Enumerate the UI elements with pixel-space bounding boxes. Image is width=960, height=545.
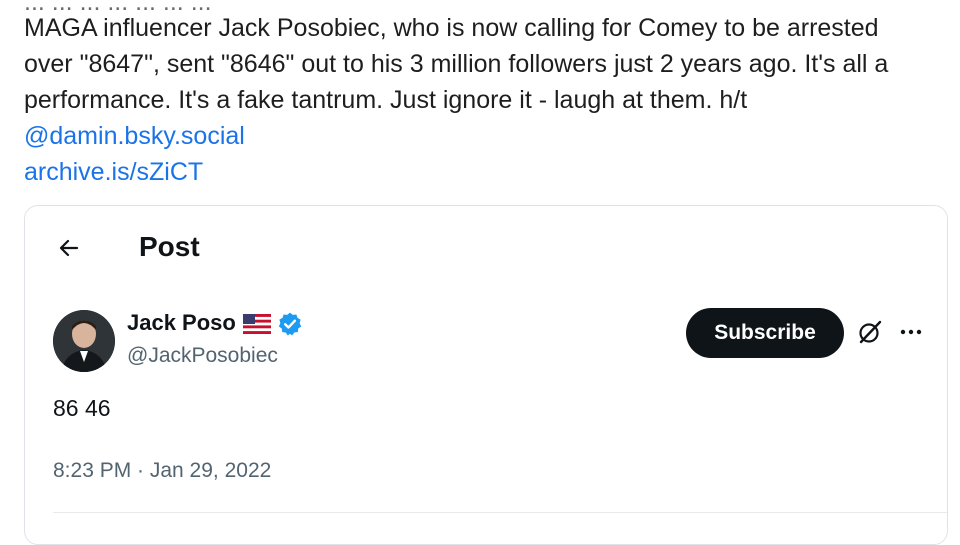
- divider: [53, 512, 947, 513]
- us-flag-icon: [243, 314, 271, 334]
- page-title: Post: [139, 231, 200, 262]
- verified-badge-icon: [278, 312, 302, 336]
- more-icon[interactable]: [899, 322, 923, 342]
- back-arrow-icon[interactable]: [57, 236, 81, 260]
- mention-link[interactable]: @damin.bsky.social: [24, 122, 245, 150]
- subscribe-button[interactable]: Subscribe: [686, 308, 844, 358]
- avatar[interactable]: [53, 310, 115, 372]
- post-text: MAGA influencer Jack Posobiec, who is no…: [24, 14, 889, 114]
- post-body: MAGA influencer Jack Posobiec, who is no…: [24, 10, 934, 190]
- author-name[interactable]: Jack Poso: [127, 310, 236, 336]
- archive-link[interactable]: archive.is/sZiCT: [24, 158, 203, 186]
- embedded-post-card[interactable]: Post Jack Poso @JackPosobiec Subscribe 8…: [24, 205, 948, 545]
- tweet-text: 86 46: [53, 395, 111, 421]
- author-handle[interactable]: @JackPosobiec: [127, 344, 278, 368]
- post-timestamp[interactable]: 8:23 PM · Jan 29, 2022: [53, 459, 271, 483]
- grok-icon[interactable]: [855, 317, 885, 347]
